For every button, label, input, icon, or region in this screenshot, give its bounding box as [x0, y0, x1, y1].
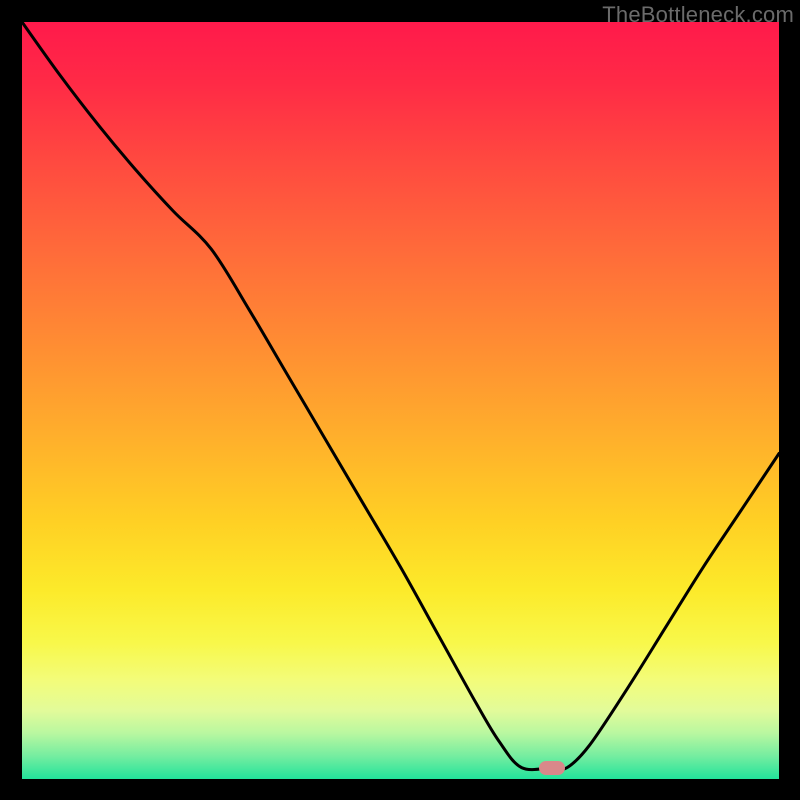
watermark-text: TheBottleneck.com	[602, 2, 794, 28]
chart-frame: TheBottleneck.com	[0, 0, 800, 800]
plot-gradient-background	[22, 22, 779, 779]
